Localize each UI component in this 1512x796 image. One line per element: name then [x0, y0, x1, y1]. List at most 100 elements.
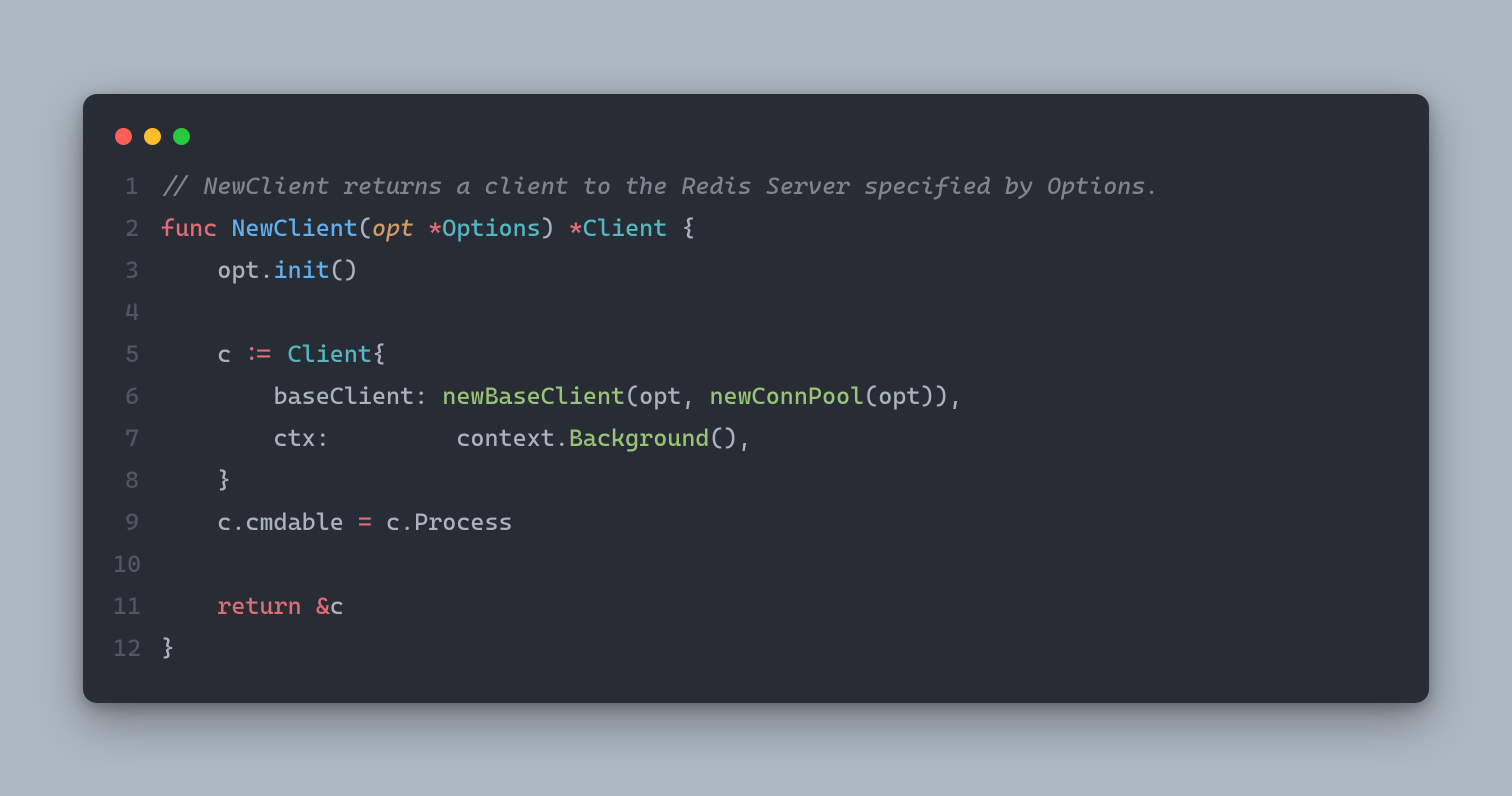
code-line: 11 return &c: [113, 585, 1399, 627]
code-token: opt: [878, 382, 920, 410]
code-line: 10: [113, 543, 1399, 585]
line-number: 5: [113, 333, 161, 375]
code-line: 4: [113, 291, 1399, 333]
code-line: 2func NewClient(opt *Options) *Client {: [113, 207, 1399, 249]
code-source: [161, 543, 1399, 585]
code-token: [414, 214, 428, 242]
code-token: c: [217, 340, 231, 368]
minimize-icon[interactable]: [144, 128, 161, 145]
code-token: [161, 340, 217, 368]
code-token: *: [428, 214, 442, 242]
line-number: 7: [113, 417, 161, 459]
code-token: // NewClient returns a client to the Red…: [161, 172, 1159, 200]
code-line: 8 }: [113, 459, 1399, 501]
code-token: c: [217, 508, 231, 536]
code-token: *: [569, 214, 583, 242]
code-token: [231, 340, 245, 368]
code-token: (: [358, 214, 372, 242]
code-block: 1// NewClient returns a client to the Re…: [113, 165, 1399, 669]
code-source: c.cmdable = c.Process: [161, 501, 1399, 543]
code-token: ,: [949, 382, 963, 410]
code-token: baseClient: [274, 382, 415, 410]
code-source: [161, 291, 1399, 333]
code-token: Client: [288, 340, 372, 368]
code-token: ,: [738, 424, 752, 452]
code-line: 9 c.cmdable = c.Process: [113, 501, 1399, 543]
code-token: [161, 424, 274, 452]
code-token: Background: [569, 424, 710, 452]
code-token: opt: [217, 256, 259, 284]
line-number: 11: [113, 585, 161, 627]
code-token: [372, 508, 386, 536]
code-token: opt: [639, 382, 681, 410]
code-token: =: [358, 508, 372, 536]
editor-window: 1// NewClient returns a client to the Re…: [83, 94, 1429, 703]
code-token: (: [625, 382, 639, 410]
code-token: (: [864, 382, 878, 410]
code-token: context: [456, 424, 554, 452]
code-token: [161, 592, 217, 620]
code-token: {: [372, 340, 386, 368]
line-number: 6: [113, 375, 161, 417]
code-token: [217, 214, 231, 242]
zoom-icon[interactable]: [173, 128, 190, 145]
line-number: 8: [113, 459, 161, 501]
code-token: c: [386, 508, 400, 536]
line-number: 1: [113, 165, 161, 207]
code-token: .: [555, 424, 569, 452]
code-line: 7 ctx: context.Background(),: [113, 417, 1399, 459]
code-source: ctx: context.Background(),: [161, 417, 1399, 459]
window-titlebar: [113, 122, 1399, 165]
code-token: [428, 382, 442, 410]
code-token: opt: [372, 214, 414, 242]
code-token: ctx: [274, 424, 316, 452]
code-token: ,: [681, 382, 695, 410]
code-token: [302, 592, 316, 620]
code-token: {: [681, 214, 695, 242]
stage: 1// NewClient returns a client to the Re…: [0, 0, 1512, 796]
code-token: :=: [245, 340, 273, 368]
code-token: NewClient: [231, 214, 358, 242]
code-source: return &c: [161, 585, 1399, 627]
code-token: [161, 382, 274, 410]
code-token: [161, 466, 217, 494]
code-token: cmdable: [245, 508, 343, 536]
code-token: [161, 508, 217, 536]
line-number: 10: [113, 543, 161, 585]
code-source: // NewClient returns a client to the Red…: [161, 165, 1399, 207]
line-number: 3: [113, 249, 161, 291]
code-token: func: [161, 214, 217, 242]
line-number: 2: [113, 207, 161, 249]
code-token: }: [161, 634, 175, 662]
code-line: 1// NewClient returns a client to the Re…: [113, 165, 1399, 207]
code-token: ): [541, 214, 555, 242]
code-token: [667, 214, 681, 242]
code-token: init: [274, 256, 330, 284]
code-token: :: [414, 382, 428, 410]
code-token: Client: [583, 214, 667, 242]
line-number: 9: [113, 501, 161, 543]
code-token: [555, 214, 569, 242]
code-token: [161, 256, 217, 284]
code-token: }: [217, 466, 231, 494]
code-token: (): [709, 424, 737, 452]
code-source: }: [161, 459, 1399, 501]
code-token: newConnPool: [709, 382, 864, 410]
code-token: .: [231, 508, 245, 536]
code-token: newBaseClient: [442, 382, 625, 410]
code-line: 12}: [113, 627, 1399, 669]
code-source: func NewClient(opt *Options) *Client {: [161, 207, 1399, 249]
code-token: c: [330, 592, 344, 620]
code-source: c := Client{: [161, 333, 1399, 375]
line-number: 4: [113, 291, 161, 333]
line-number: 12: [113, 627, 161, 669]
close-icon[interactable]: [115, 128, 132, 145]
code-token: Process: [414, 508, 512, 536]
code-token: [695, 382, 709, 410]
code-source: opt.init(): [161, 249, 1399, 291]
code-token: )): [920, 382, 948, 410]
code-token: .: [259, 256, 273, 284]
code-token: &: [316, 592, 330, 620]
code-token: .: [400, 508, 414, 536]
code-line: 3 opt.init(): [113, 249, 1399, 291]
